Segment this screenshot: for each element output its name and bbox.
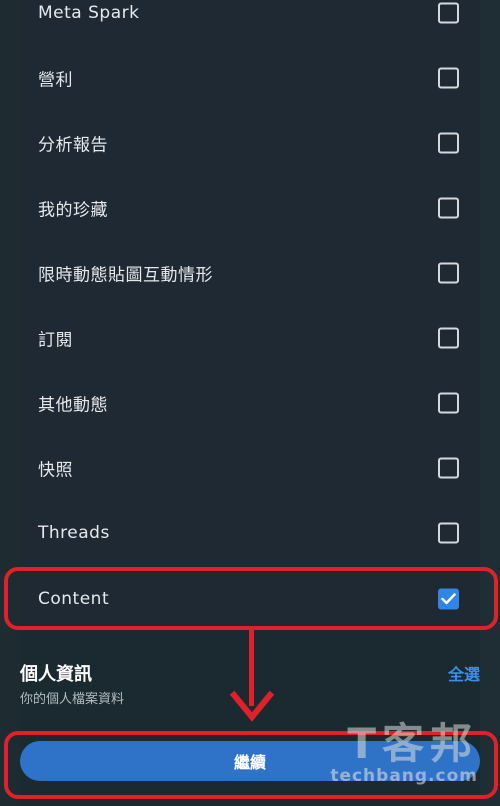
- permission-label: Threads: [38, 522, 110, 543]
- highlight-content-row: [4, 567, 498, 630]
- permission-row-meta-spark[interactable]: Meta Spark: [20, 0, 480, 45]
- permission-label: 快照: [38, 460, 73, 480]
- section-subtitle: 你的個人檔案資料: [20, 692, 125, 707]
- permission-checkbox[interactable]: [438, 67, 459, 88]
- permission-label: 其他動態: [38, 395, 108, 415]
- permission-checkbox[interactable]: [438, 262, 459, 283]
- permission-label: 營利: [38, 70, 73, 90]
- permission-label: Meta Spark: [38, 2, 140, 23]
- permission-checkbox[interactable]: [438, 327, 459, 348]
- permission-label: 我的珍藏: [38, 200, 108, 220]
- permission-row-subscriptions[interactable]: 訂閱: [20, 305, 480, 370]
- permission-row-snapshots[interactable]: 快照: [20, 435, 480, 500]
- permission-row-collections[interactable]: 我的珍藏: [20, 175, 480, 240]
- permission-label: 限時動態貼圖互動情形: [38, 265, 213, 285]
- permission-row-monetization[interactable]: 營利: [20, 45, 480, 110]
- permission-checkbox[interactable]: [438, 2, 459, 23]
- permission-checkbox[interactable]: [438, 457, 459, 478]
- permissions-list: Meta Spark 營利 分析報告 我的珍藏 限時動態貼圖互動情形 訂閱 其他…: [20, 0, 480, 633]
- permission-row-threads[interactable]: Threads: [20, 500, 480, 565]
- left-margin: [0, 0, 20, 806]
- select-all-link[interactable]: 全選: [448, 661, 480, 685]
- watermark-logo: T客邦: [347, 719, 478, 768]
- permission-checkbox[interactable]: [438, 197, 459, 218]
- permission-checkbox[interactable]: [438, 392, 459, 413]
- watermark: T客邦 techbang.com: [330, 719, 478, 787]
- permission-label: 訂閱: [38, 330, 73, 350]
- permission-label: 分析報告: [38, 135, 108, 155]
- watermark-site: techbang.com: [330, 766, 478, 786]
- section-title: 個人資訊: [20, 664, 92, 685]
- right-margin: [480, 0, 500, 806]
- permission-row-analytics[interactable]: 分析報告: [20, 110, 480, 175]
- permission-checkbox[interactable]: [438, 522, 459, 543]
- permission-row-other-activity[interactable]: 其他動態: [20, 370, 480, 435]
- permission-row-story-sticker[interactable]: 限時動態貼圖互動情形: [20, 240, 480, 305]
- permission-checkbox[interactable]: [438, 132, 459, 153]
- arrow-down-icon: [229, 690, 275, 722]
